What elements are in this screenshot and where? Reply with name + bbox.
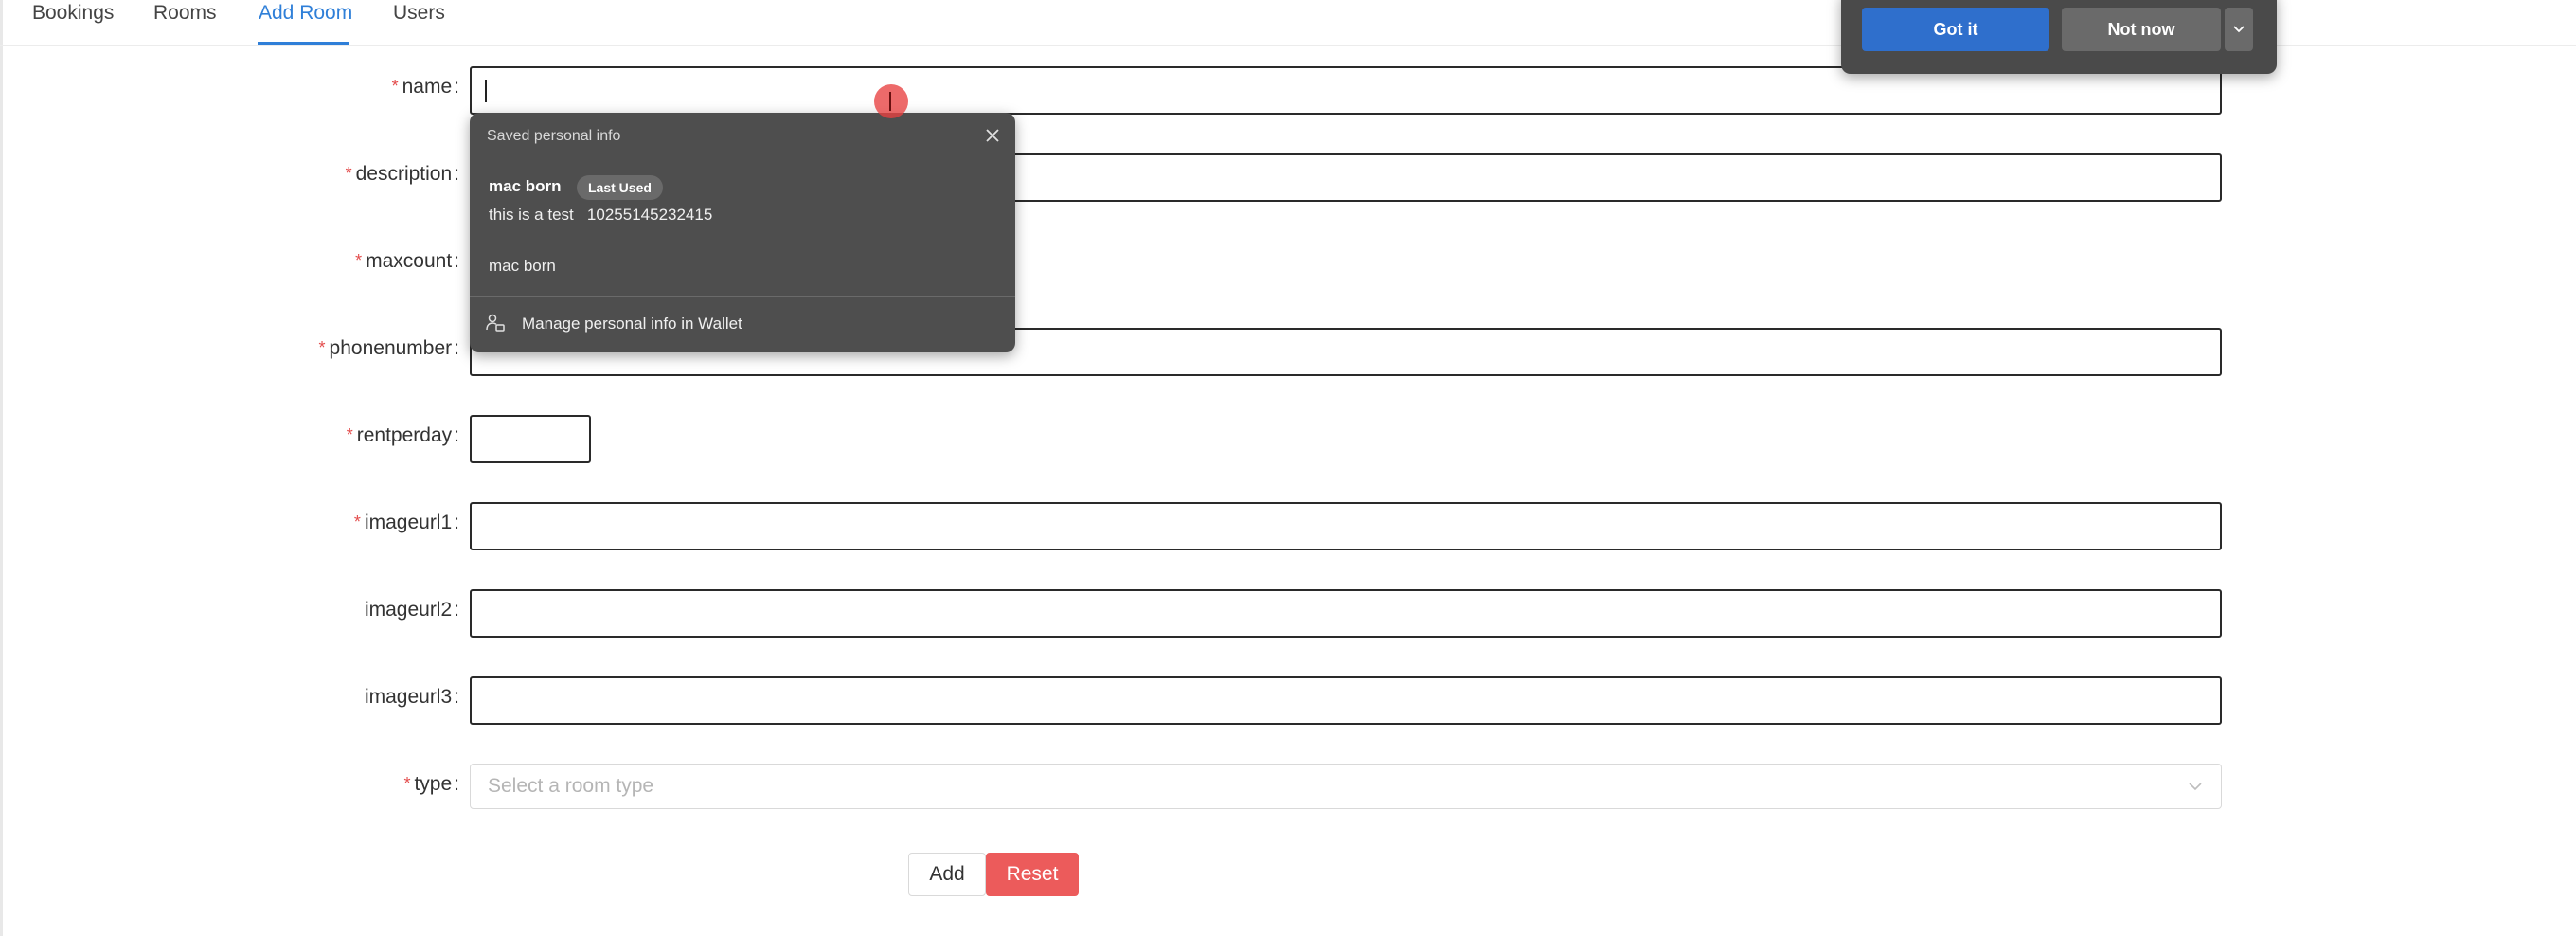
not-now-button[interactable]: Not now <box>2062 8 2221 51</box>
notification-bubble: Got it Not now <box>1841 0 2277 74</box>
imageurl1-input[interactable] <box>470 502 2222 550</box>
imageurl2-label: imageurl2: <box>364 599 459 621</box>
required-mark: * <box>345 164 352 183</box>
text-cursor-icon <box>889 92 895 111</box>
autofill-entry-2[interactable]: mac born <box>489 257 556 276</box>
rentperday-input[interactable] <box>470 415 591 463</box>
tab-users[interactable]: Users <box>393 0 445 27</box>
required-mark: * <box>318 338 326 357</box>
reset-button[interactable]: Reset <box>986 853 1079 896</box>
more-options-button[interactable] <box>2225 8 2253 51</box>
rentperday-label: * rentperday: <box>346 424 459 446</box>
phonenumber-label: * phonenumber: <box>318 337 459 359</box>
room-type-select[interactable]: Select a room type <box>470 764 2222 809</box>
chevron-down-icon <box>2233 26 2245 33</box>
window-edge <box>0 0 3 936</box>
room-type-placeholder: Select a room type <box>488 775 654 797</box>
name-label: * name: <box>391 76 459 98</box>
close-icon[interactable] <box>983 126 1002 145</box>
type-label: * type: <box>403 773 459 795</box>
tab-add-room[interactable]: Add Room <box>259 0 352 27</box>
autofill-entry-detail: this is a test 10255145232415 <box>489 206 713 224</box>
add-button[interactable]: Add <box>908 853 986 896</box>
tab-rooms[interactable]: Rooms <box>153 0 217 27</box>
required-mark: * <box>403 774 411 793</box>
autofill-popup: Saved personal info mac born Last Used t… <box>470 113 1015 352</box>
tab-bookings[interactable]: Bookings <box>32 0 114 27</box>
maxcount-label: * maxcount: <box>355 250 459 272</box>
imageurl3-input[interactable] <box>470 676 2222 725</box>
imageurl1-label: * imageurl1: <box>353 512 459 533</box>
active-tab-indicator <box>258 42 349 45</box>
required-mark: * <box>353 513 361 531</box>
got-it-button[interactable]: Got it <box>1862 8 2049 51</box>
popup-divider <box>470 296 1015 297</box>
person-wallet-icon <box>486 314 505 332</box>
autofill-popup-title: Saved personal info <box>487 128 621 144</box>
chevron-down-icon <box>2189 783 2202 791</box>
autofill-entry-name: mac born <box>489 177 562 195</box>
text-caret <box>485 80 487 102</box>
imageurl3-label: imageurl3: <box>364 686 459 708</box>
cursor-highlight <box>874 84 908 118</box>
imageurl2-input[interactable] <box>470 589 2222 638</box>
required-mark: * <box>346 425 353 444</box>
manage-personal-info-link[interactable]: Manage personal info in Wallet <box>522 315 742 333</box>
required-mark: * <box>355 251 363 270</box>
last-used-badge: Last Used <box>577 175 663 200</box>
description-label: * description: <box>345 163 459 185</box>
required-mark: * <box>391 77 399 96</box>
